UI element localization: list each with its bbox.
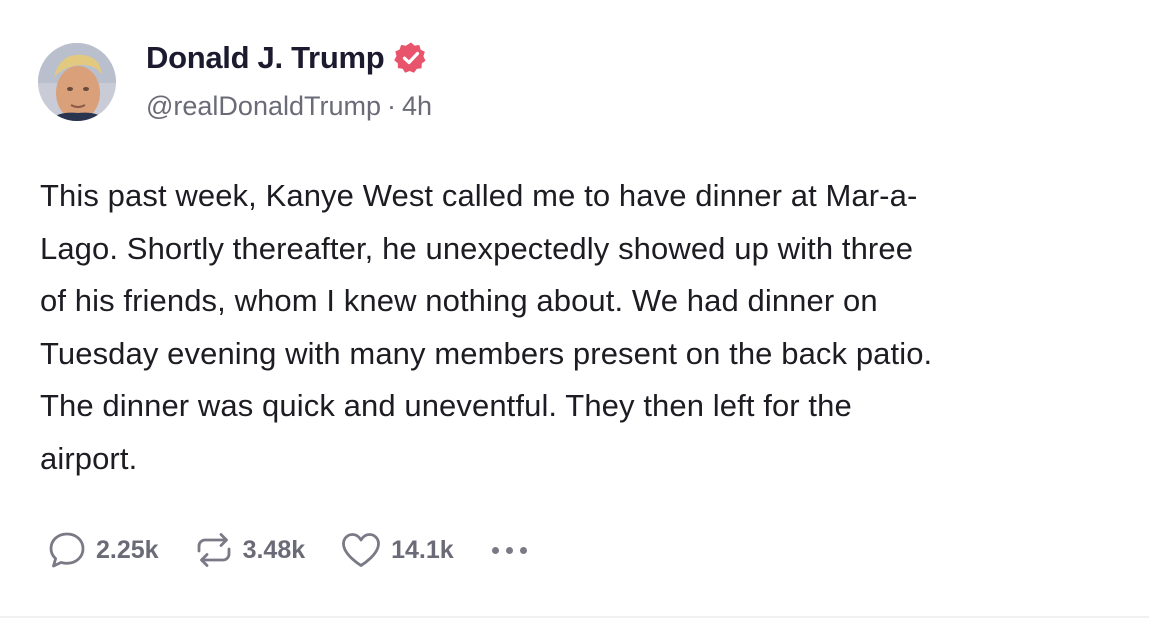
verified-badge-icon	[394, 41, 428, 75]
reply-count: 2.25k	[96, 535, 159, 564]
author-handle[interactable]: @realDonaldTrump	[146, 91, 381, 121]
post-text-line: The dinner was quick and uneventful. The…	[40, 388, 852, 423]
post-card: Donald J. Trump @realDonaldTrump · 4h This…	[0, 0, 1149, 618]
author-name-text: Donald J. Trump	[146, 40, 385, 75]
more-options-button[interactable]	[491, 530, 527, 570]
post-text-line: Tuesday evening with many members presen…	[40, 335, 933, 371]
profile-avatar-icon	[38, 43, 116, 121]
like-button[interactable]: 14.1k	[339, 529, 454, 571]
repost-icon	[197, 533, 230, 567]
post-text-line: of his friends, whom I knew nothing abou…	[40, 283, 878, 318]
more-dots-icon	[519, 546, 527, 554]
more-dots-icon	[505, 546, 513, 554]
more-dots-icon	[491, 546, 499, 554]
post-text-line: Lago. Shortly thereafter, he unexpectedl…	[40, 230, 914, 266]
post-body: This past week, Kanye West called me to …	[40, 170, 1125, 485]
post-text-line: This past week, Kanye West called me to …	[40, 178, 918, 213]
repost-button[interactable]: 3.48k	[193, 529, 306, 571]
author-meta: @realDonaldTrump · 4h	[146, 88, 432, 124]
post-text-line: airport.	[40, 440, 138, 476]
heart-icon	[342, 533, 381, 567]
repost-count: 3.48k	[242, 535, 306, 564]
author-avatar[interactable]	[38, 43, 116, 121]
author-display-name[interactable]: Donald J. Trump	[146, 38, 428, 78]
meta-separator: ·	[387, 91, 396, 121]
reply-icon	[49, 532, 85, 568]
post-actions-bar: 2.25k 3.48k 14.1k	[46, 526, 527, 574]
reply-button[interactable]: 2.25k	[46, 529, 159, 571]
like-count: 14.1k	[391, 535, 454, 564]
post-timestamp[interactable]: 4h	[402, 91, 432, 121]
